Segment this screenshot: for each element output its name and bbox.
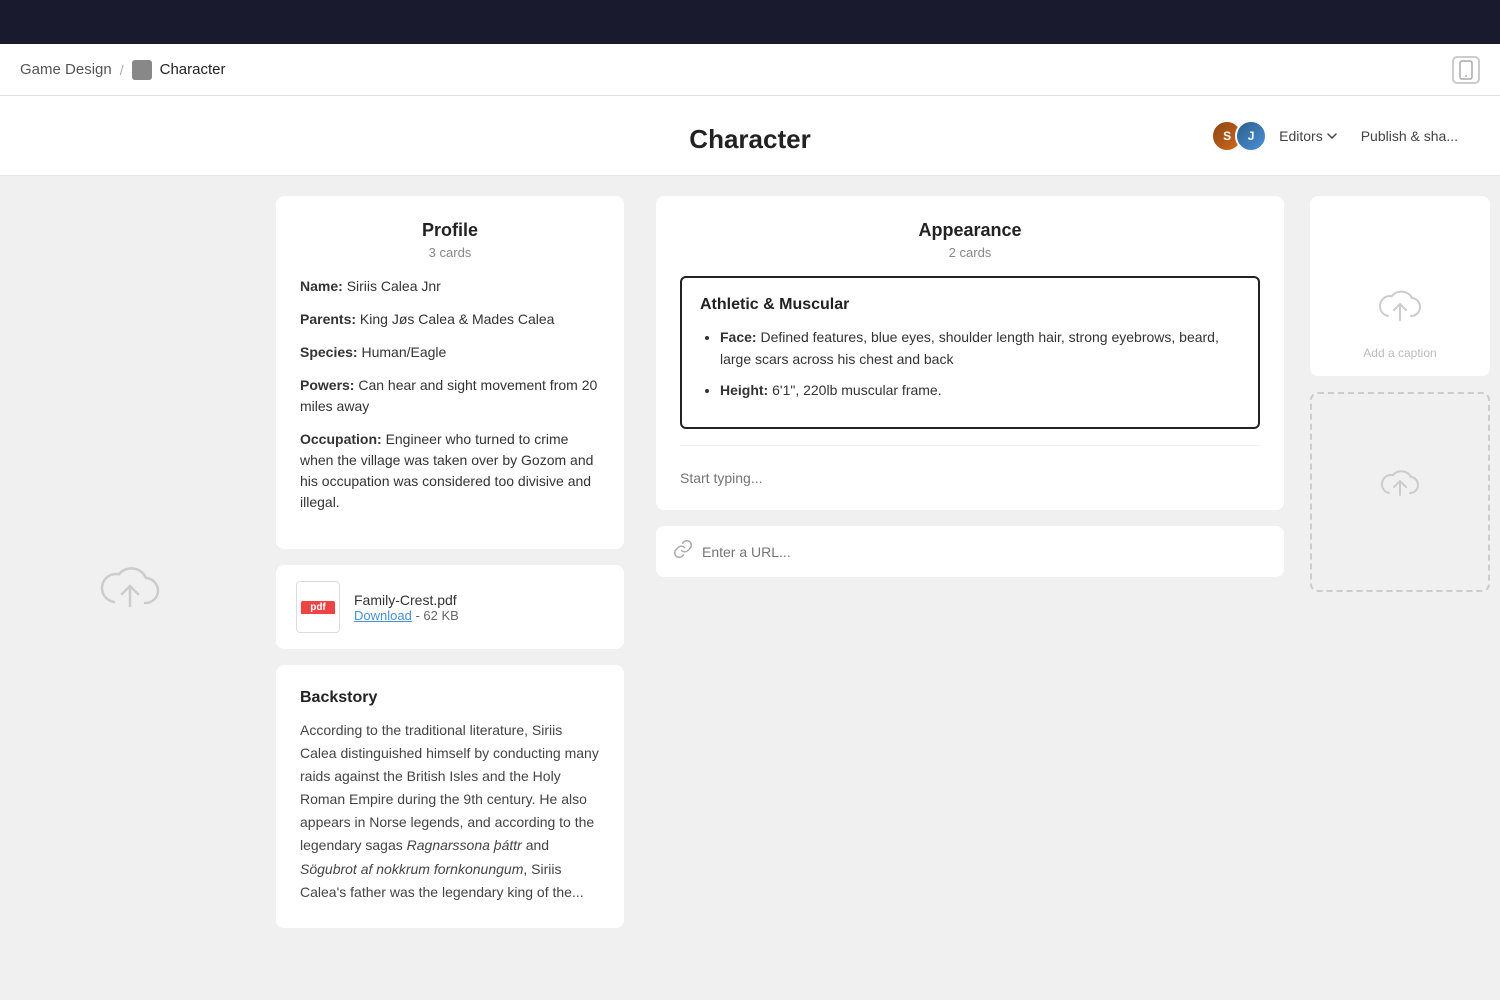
profile-column: Profile 3 cards Name: Siriis Calea Jnr P… xyxy=(260,176,640,1000)
far-right-column: Add a caption xyxy=(1300,176,1500,1000)
profile-species-label: Species: xyxy=(300,344,358,360)
breadcrumb-separator: / xyxy=(120,62,124,78)
avatar-2: J xyxy=(1235,120,1267,152)
profile-section: Profile 3 cards Name: Siriis Calea Jnr P… xyxy=(276,196,624,549)
file-card: pdf Family-Crest.pdf Download - 62 KB xyxy=(276,565,624,649)
profile-species: Species: Human/Eagle xyxy=(300,342,600,363)
profile-powers-label: Powers: xyxy=(300,377,354,393)
profile-title: Profile xyxy=(300,220,600,241)
breadcrumb-bar: Game Design / Character xyxy=(0,44,1500,96)
upload-icon-1 xyxy=(1374,284,1426,338)
main-content: Profile 3 cards Name: Siriis Calea Jnr P… xyxy=(0,176,1500,1000)
breadcrumb: Game Design / Character xyxy=(20,60,225,80)
pdf-label: pdf xyxy=(301,601,335,614)
upload-card-1[interactable]: Add a caption xyxy=(1310,196,1490,376)
file-download-link[interactable]: Download xyxy=(354,608,412,623)
upload-icon-2 xyxy=(1377,465,1423,512)
left-column xyxy=(0,176,260,1000)
header-right: S J Editors Publish & sha... xyxy=(1211,120,1470,152)
profile-parents-value: King Jøs Calea & Mades Calea xyxy=(360,311,555,327)
profile-powers: Powers: Can hear and sight movement from… xyxy=(300,375,600,417)
link-icon xyxy=(674,540,692,563)
url-area[interactable] xyxy=(656,526,1284,577)
file-meta: Download - 62 KB xyxy=(354,608,459,623)
appearance-card-title: Athletic & Muscular xyxy=(700,296,1240,314)
face-label: Face: xyxy=(720,329,757,345)
profile-name: Name: Siriis Calea Jnr xyxy=(300,276,600,297)
left-upload-placeholder[interactable] xyxy=(94,558,166,618)
breadcrumb-current: Character xyxy=(160,61,226,78)
start-typing-area[interactable] xyxy=(680,445,1260,510)
editors-label: Editors xyxy=(1279,128,1323,144)
backstory-text: According to the traditional literature,… xyxy=(300,719,600,904)
avatar-group: S J xyxy=(1211,120,1267,152)
height-label: Height: xyxy=(720,382,768,398)
appearance-column: Appearance 2 cards Athletic & Muscular F… xyxy=(640,176,1300,1000)
file-name: Family-Crest.pdf xyxy=(354,592,459,608)
upload-card-2[interactable] xyxy=(1310,392,1490,592)
breadcrumb-page-icon xyxy=(132,60,152,80)
appearance-bullets-list: Face: Defined features, blue eyes, shoul… xyxy=(700,326,1240,401)
appearance-title: Appearance xyxy=(680,220,1260,241)
editors-button[interactable]: Editors xyxy=(1279,128,1337,144)
mobile-preview-icon[interactable] xyxy=(1452,56,1480,84)
avatar-2-inner: J xyxy=(1237,122,1265,150)
file-size: 62 KB xyxy=(423,608,458,623)
profile-name-label: Name: xyxy=(300,278,343,294)
height-value: 6'1", 220lb muscular frame. xyxy=(772,382,942,398)
profile-occupation-label: Occupation: xyxy=(300,431,382,447)
face-value: Defined features, blue eyes, shoulder le… xyxy=(720,329,1219,367)
profile-species-value: Human/Eagle xyxy=(361,344,446,360)
url-input[interactable] xyxy=(702,544,1266,560)
start-typing-input[interactable] xyxy=(680,462,1260,494)
appearance-bullet-height: Height: 6'1", 220lb muscular frame. xyxy=(720,379,1240,401)
appearance-section-container: Appearance 2 cards Athletic & Muscular F… xyxy=(656,196,1284,510)
breadcrumb-parent[interactable]: Game Design xyxy=(20,61,112,78)
profile-parents: Parents: King Jøs Calea & Mades Calea xyxy=(300,309,600,330)
backstory-title: Backstory xyxy=(300,689,600,707)
appearance-cards-count: 2 cards xyxy=(680,245,1260,260)
profile-name-value: Siriis Calea Jnr xyxy=(347,278,441,294)
file-info: Family-Crest.pdf Download - 62 KB xyxy=(354,592,459,623)
profile-cards-count: 3 cards xyxy=(300,245,600,260)
upload-caption-1[interactable]: Add a caption xyxy=(1326,346,1474,360)
profile-parents-label: Parents: xyxy=(300,311,356,327)
profile-occupation: Occupation: Engineer who turned to crime… xyxy=(300,429,600,513)
backstory-section: Backstory According to the traditional l… xyxy=(276,665,624,928)
appearance-card: Athletic & Muscular Face: Defined featur… xyxy=(680,276,1260,429)
publish-button[interactable]: Publish & sha... xyxy=(1349,122,1470,150)
appearance-bullet-face: Face: Defined features, blue eyes, shoul… xyxy=(720,326,1240,371)
topbar xyxy=(0,0,1500,44)
pdf-icon: pdf xyxy=(296,581,340,633)
page-header: Character S J Editors Publish & sha... xyxy=(0,96,1500,176)
